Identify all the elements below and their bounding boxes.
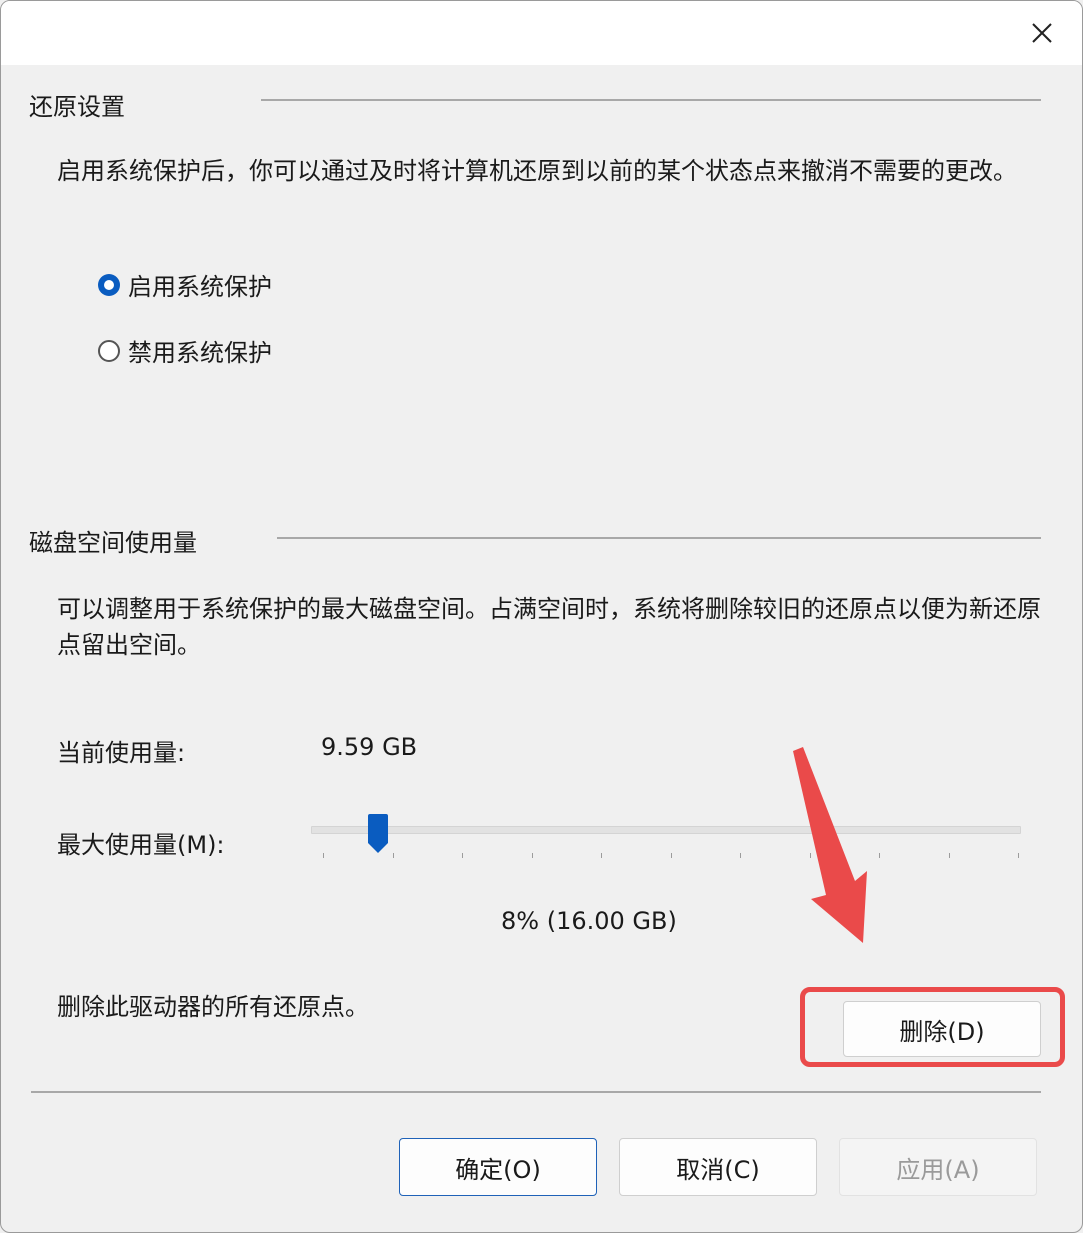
apply-button[interactable]: 应用(A) (839, 1138, 1037, 1196)
radio-disable-protection[interactable]: 禁用系统保护 (98, 333, 272, 368)
system-protection-dialog: 还原设置 启用系统保护后，你可以通过及时将计算机还原到以前的某个状态点来撤消不需… (0, 0, 1083, 1233)
radio-checked-indicator (98, 273, 120, 296)
restore-settings-divider (261, 99, 1041, 101)
slider-tick (1018, 853, 1019, 858)
slider-tick (392, 853, 394, 858)
max-usage-readout: 8% (16.00 GB) (501, 907, 677, 935)
footer-divider (31, 1091, 1041, 1093)
close-icon (1032, 23, 1052, 43)
max-usage-label: 最大使用量(M): (57, 831, 225, 859)
disk-usage-divider (277, 537, 1041, 539)
current-usage-label: 当前使用量: (57, 739, 186, 767)
slider-tick (948, 853, 950, 858)
close-button[interactable] (1002, 1, 1082, 65)
slider-tick (601, 853, 602, 858)
slider-tick (531, 853, 533, 858)
disk-usage-title: 磁盘空间使用量 (29, 529, 197, 557)
arrow-down-icon (793, 747, 867, 943)
max-usage-slider-thumb[interactable] (366, 813, 390, 855)
slider-tick (670, 853, 672, 858)
restore-settings-description: 启用系统保护后，你可以通过及时将计算机还原到以前的某个状态点来撤消不需要的更改。 (57, 157, 1017, 185)
max-usage-slider-track[interactable] (311, 826, 1021, 834)
radio-enable-protection[interactable]: 启用系统保护 (98, 267, 272, 302)
annotation-highlight-box (800, 987, 1065, 1067)
ok-button[interactable]: 确定(O) (399, 1138, 597, 1196)
disk-usage-description: 可以调整用于系统保护的最大磁盘空间。占满空间时，系统将删除较旧的还原点以便为新还… (57, 595, 1041, 659)
title-bar (1, 1, 1082, 65)
restore-settings-title: 还原设置 (29, 93, 125, 121)
slider-tick (740, 853, 741, 858)
radio-enable-label: 启用系统保护 (128, 273, 272, 301)
radio-unchecked-indicator (98, 339, 120, 362)
slider-tick (462, 853, 463, 858)
slider-tick (323, 853, 324, 858)
radio-disable-label: 禁用系统保护 (128, 339, 272, 367)
current-usage-value: 9.59 GB (321, 733, 418, 761)
delete-restore-points-text: 删除此驱动器的所有还原点。 (57, 993, 369, 1021)
cancel-button[interactable]: 取消(C) (619, 1138, 817, 1196)
